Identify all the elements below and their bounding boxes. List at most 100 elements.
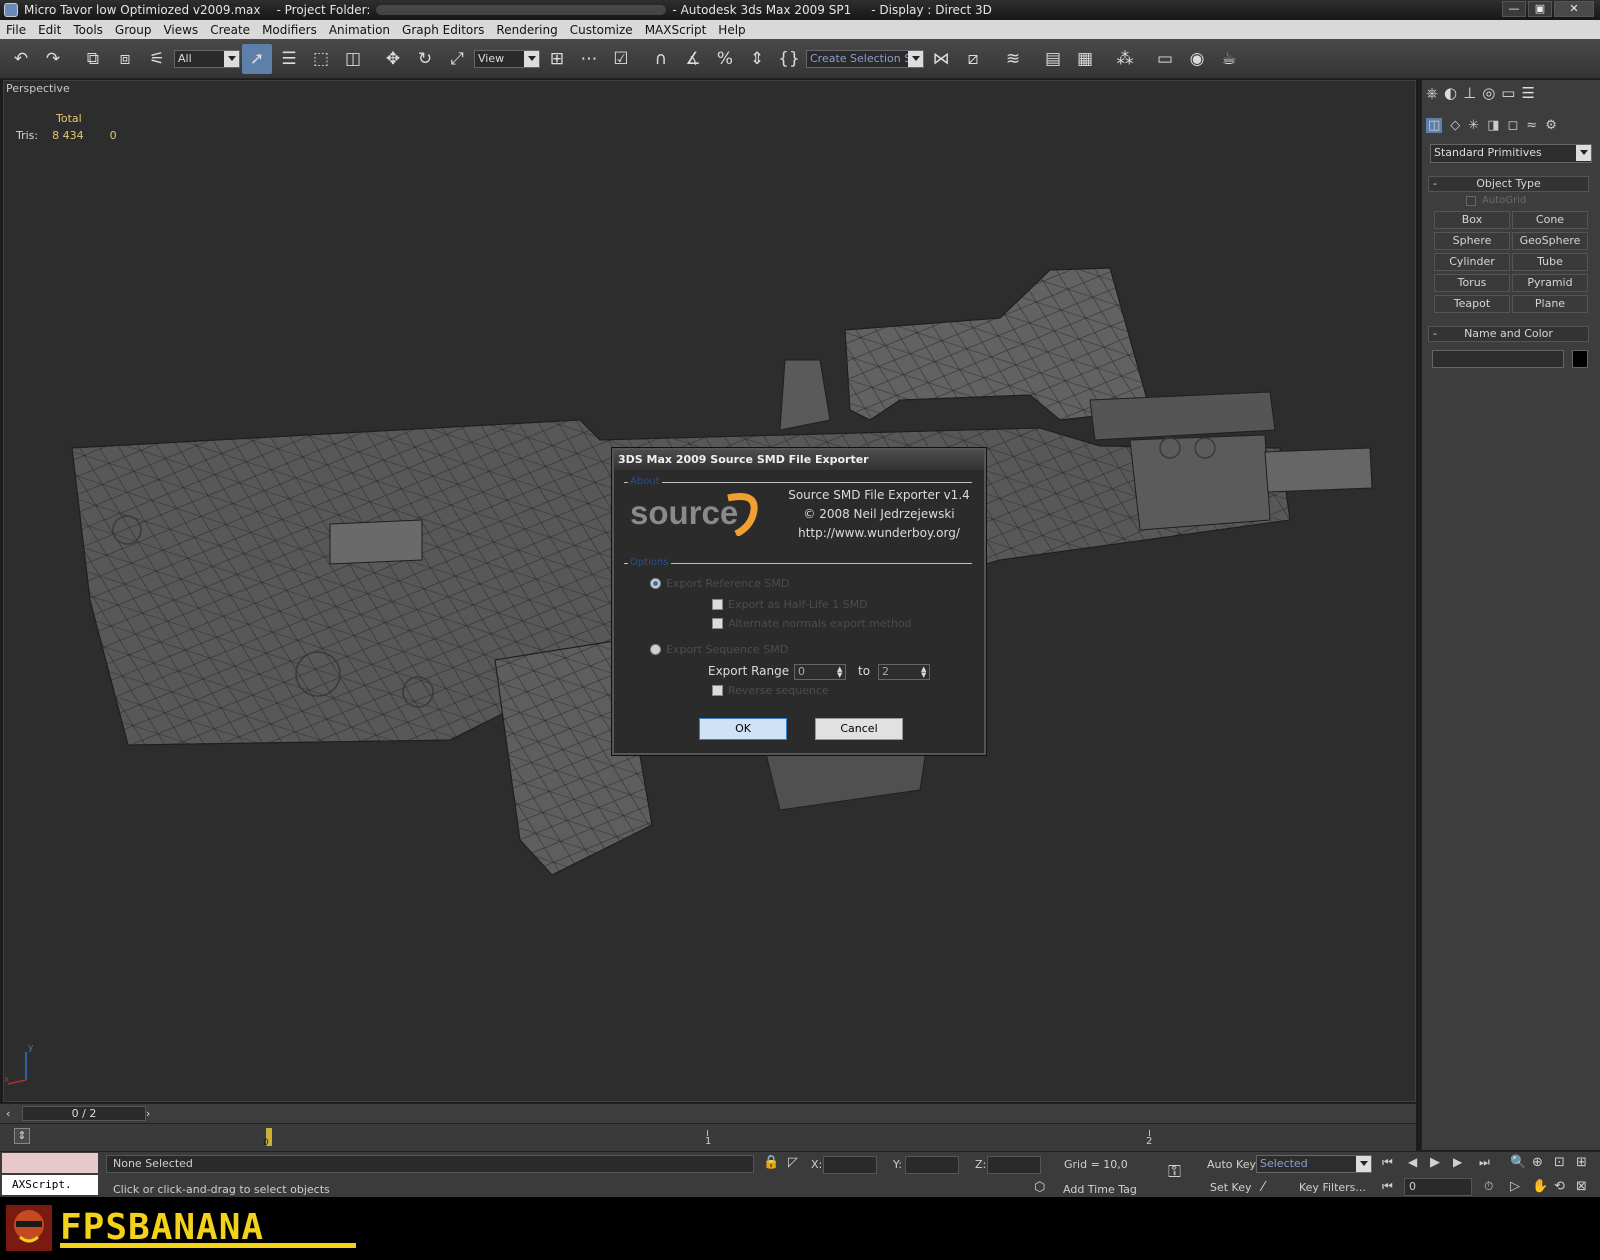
timeline-tick-2: 2 xyxy=(1146,1136,1153,1147)
halflife-checkbox[interactable] xyxy=(712,599,723,610)
display-tab-icon[interactable]: ▭ xyxy=(1501,84,1515,102)
reverse-sequence-checkbox[interactable] xyxy=(712,685,723,696)
maximize-viewport-icon[interactable]: ⊠ xyxy=(1576,1179,1587,1194)
exporter-version: Source SMD File Exporter v1.4 xyxy=(788,488,970,502)
close-button[interactable]: ✕ xyxy=(1554,1,1594,17)
chevron-down-icon xyxy=(912,55,920,61)
key-filters-button[interactable]: Key Filters... xyxy=(1299,1181,1366,1194)
geometry-category-icon[interactable]: ◫ xyxy=(1426,118,1443,133)
ok-button[interactable]: OK xyxy=(699,718,787,740)
smd-exporter-dialog: 3DS Max 2009 Source SMD File Exporter Ab… xyxy=(612,448,986,755)
pan-view-icon[interactable]: ✋ xyxy=(1532,1179,1548,1194)
object-category-dropdown[interactable]: Standard Primitives xyxy=(1430,144,1592,163)
zoom-extents-icon[interactable]: ⊡ xyxy=(1554,1155,1565,1170)
object-name-input[interactable] xyxy=(1432,350,1564,368)
time-slider-prev-icon[interactable]: ‹ xyxy=(6,1107,10,1120)
object-type-rollout[interactable]: - Object Type xyxy=(1428,176,1589,192)
exporter-url[interactable]: http://www.wunderboy.org/ xyxy=(774,524,984,543)
time-configuration-icon[interactable]: ⏱ xyxy=(1484,1179,1493,1194)
cone-button[interactable]: Cone xyxy=(1512,211,1588,229)
sphere-button[interactable]: Sphere xyxy=(1434,232,1510,250)
torus-button[interactable]: Torus xyxy=(1434,274,1510,292)
key-mode-dropdown[interactable]: Selected xyxy=(1256,1155,1372,1173)
key-mode-toggle-icon[interactable]: ⏮ xyxy=(1382,1179,1393,1194)
previous-frame-icon[interactable]: ◀ xyxy=(1408,1155,1417,1169)
plane-button[interactable]: Plane xyxy=(1512,295,1588,313)
box-button[interactable]: Box xyxy=(1434,211,1510,229)
zoom-icon[interactable]: 🔍 xyxy=(1510,1155,1526,1170)
fpsbanana-logo: FPSBANANA xyxy=(60,1207,356,1248)
add-time-tag-button[interactable]: Add Time Tag xyxy=(1063,1183,1137,1196)
export-sequence-label: Export Sequence SMD xyxy=(666,643,789,656)
z-coordinate-label: Z: xyxy=(975,1158,987,1171)
space-warps-category-icon[interactable]: ≈ xyxy=(1526,118,1537,133)
chevron-down-icon xyxy=(228,55,236,61)
play-icon[interactable]: ▶ xyxy=(1430,1155,1440,1170)
zoom-all-icon[interactable]: ⊕ xyxy=(1532,1155,1543,1170)
tube-button[interactable]: Tube xyxy=(1512,253,1588,271)
auto-key-button[interactable]: Auto Key xyxy=(1207,1158,1256,1171)
grid-size: Grid = 10,0 xyxy=(1064,1158,1128,1171)
teapot-button[interactable]: Teapot xyxy=(1434,295,1510,313)
utilities-tab-icon[interactable]: ☰ xyxy=(1521,84,1534,102)
prompt-line: Click or click-and-drag to select object… xyxy=(113,1183,330,1196)
autogrid-checkbox[interactable] xyxy=(1466,196,1476,206)
source-logo: source xyxy=(630,493,758,536)
go-to-start-icon[interactable]: ⏮ xyxy=(1382,1155,1393,1170)
time-slider-next-icon[interactable]: › xyxy=(146,1107,150,1120)
current-frame-field[interactable]: 0 xyxy=(1404,1178,1472,1196)
range-from-spinner[interactable]: 0 ▲ ▼ xyxy=(794,664,846,680)
maxscript-listener-input[interactable]: AXScript. xyxy=(2,1175,98,1195)
motion-tab-icon[interactable]: ◎ xyxy=(1482,84,1495,102)
time-slider-handle[interactable]: 0 / 2 xyxy=(22,1106,146,1121)
spinner-arrows-icon[interactable]: ▲ ▼ xyxy=(837,666,844,679)
maximize-button[interactable]: ▣ xyxy=(1528,1,1552,17)
key-mode-value: Selected xyxy=(1260,1157,1308,1170)
go-to-end-icon[interactable]: ⏭ xyxy=(1479,1155,1490,1170)
y-coordinate-field[interactable] xyxy=(905,1156,959,1174)
geosphere-button[interactable]: GeoSphere xyxy=(1512,232,1588,250)
spinner-arrows-icon[interactable]: ▲ ▼ xyxy=(921,666,928,679)
object-color-swatch[interactable] xyxy=(1572,350,1588,368)
absolute-mode-transform-icon[interactable]: ◸ xyxy=(788,1155,798,1170)
open-mini-curve-editor-icon[interactable]: ⇕ xyxy=(14,1128,30,1144)
x-coordinate-label: X: xyxy=(811,1158,823,1171)
maxscript-listener-output[interactable] xyxy=(2,1153,98,1173)
x-coordinate-field[interactable] xyxy=(823,1156,877,1174)
field-of-view-icon[interactable]: ▷ xyxy=(1510,1179,1520,1194)
axis-y-label: y xyxy=(28,1043,34,1053)
set-key-icon[interactable]: ⚿ xyxy=(1168,1162,1181,1182)
about-group-line xyxy=(624,482,972,483)
pyramid-button[interactable]: Pyramid xyxy=(1512,274,1588,292)
export-reference-label: Export Reference SMD xyxy=(666,577,790,590)
zoom-extents-all-icon[interactable]: ⊞ xyxy=(1576,1155,1587,1170)
time-slider[interactable] xyxy=(0,1103,1416,1123)
minimize-button[interactable]: — xyxy=(1502,1,1526,17)
lock-selection-icon[interactable]: 🔒 xyxy=(763,1155,779,1170)
collapse-icon: - xyxy=(1433,327,1437,340)
time-tag-icon[interactable]: ⬡ xyxy=(1034,1180,1045,1195)
source-logo-text: source xyxy=(630,494,738,531)
systems-category-icon[interactable]: ⚙ xyxy=(1545,118,1557,133)
create-tab-icon[interactable]: ⎈ xyxy=(1426,84,1438,102)
alternate-normals-checkbox[interactable] xyxy=(712,618,723,629)
next-frame-icon[interactable]: ▶ xyxy=(1453,1155,1462,1169)
cameras-category-icon[interactable]: ◨ xyxy=(1487,118,1499,133)
name-and-color-rollout[interactable]: - Name and Color xyxy=(1428,326,1589,342)
cancel-button[interactable]: Cancel xyxy=(815,718,903,740)
cylinder-button[interactable]: Cylinder xyxy=(1434,253,1510,271)
object-category-value: Standard Primitives xyxy=(1434,146,1542,159)
lights-category-icon[interactable]: ✳ xyxy=(1468,118,1479,133)
helpers-category-icon[interactable]: ◻ xyxy=(1508,118,1519,133)
hierarchy-tab-icon[interactable]: ⊥ xyxy=(1463,84,1476,102)
z-coordinate-field[interactable] xyxy=(987,1156,1041,1174)
autogrid-label: AutoGrid xyxy=(1482,195,1527,206)
export-sequence-radio[interactable] xyxy=(650,644,661,655)
modify-tab-icon[interactable]: ◐ xyxy=(1444,84,1457,102)
set-key-button[interactable]: Set Key xyxy=(1210,1181,1252,1194)
default-tangents-icon[interactable]: ⁄ xyxy=(1262,1180,1264,1195)
range-to-spinner[interactable]: 2 ▲ ▼ xyxy=(878,664,930,680)
shapes-category-icon[interactable]: ◇ xyxy=(1450,118,1460,133)
export-reference-radio[interactable] xyxy=(650,578,661,589)
orbit-icon[interactable]: ⟲ xyxy=(1554,1179,1565,1194)
